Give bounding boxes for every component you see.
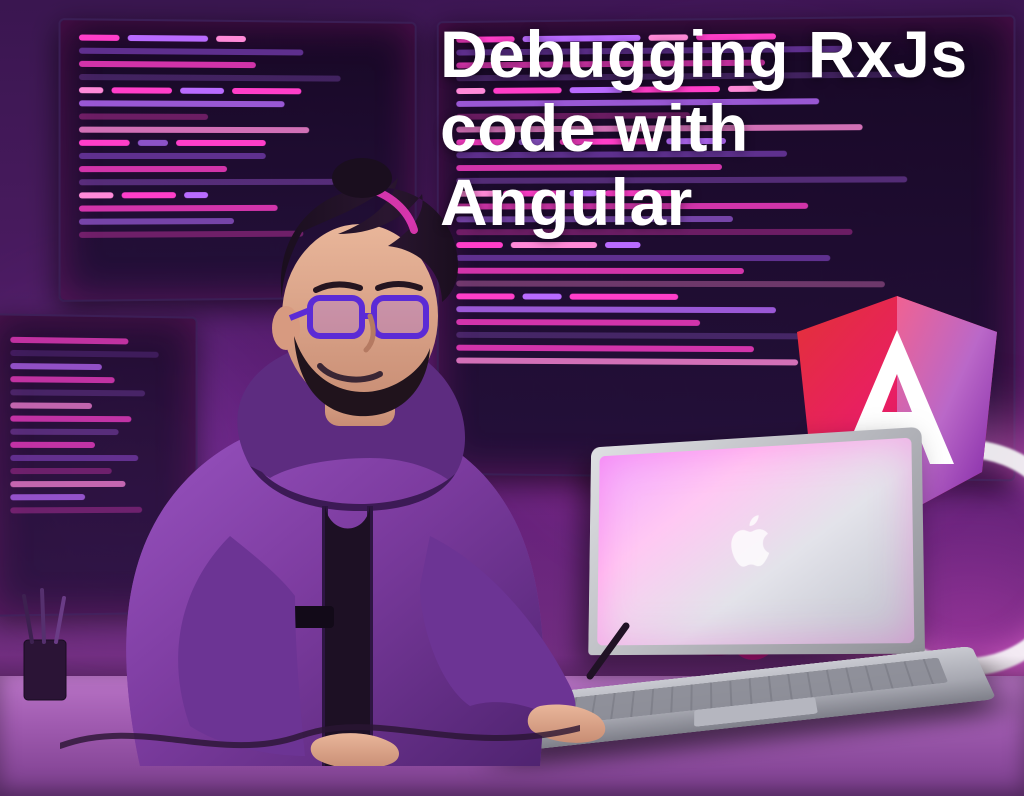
background-monitor-left <box>59 18 417 302</box>
rxjs-logo-icon <box>640 515 790 665</box>
hero-title-line: Angular <box>440 166 1020 240</box>
hero-illustration: Debugging RxJs code with Angular <box>0 0 1024 796</box>
angular-logo-icon <box>792 296 1002 518</box>
background-monitor-far-left <box>0 313 198 617</box>
desk-surface <box>0 676 1024 796</box>
hero-title: Debugging RxJs code with Angular <box>440 18 1020 240</box>
hero-title-line: Debugging RxJs <box>440 18 1020 92</box>
desk-pen-holder <box>10 586 80 706</box>
hero-title-line: code with <box>440 92 1020 166</box>
